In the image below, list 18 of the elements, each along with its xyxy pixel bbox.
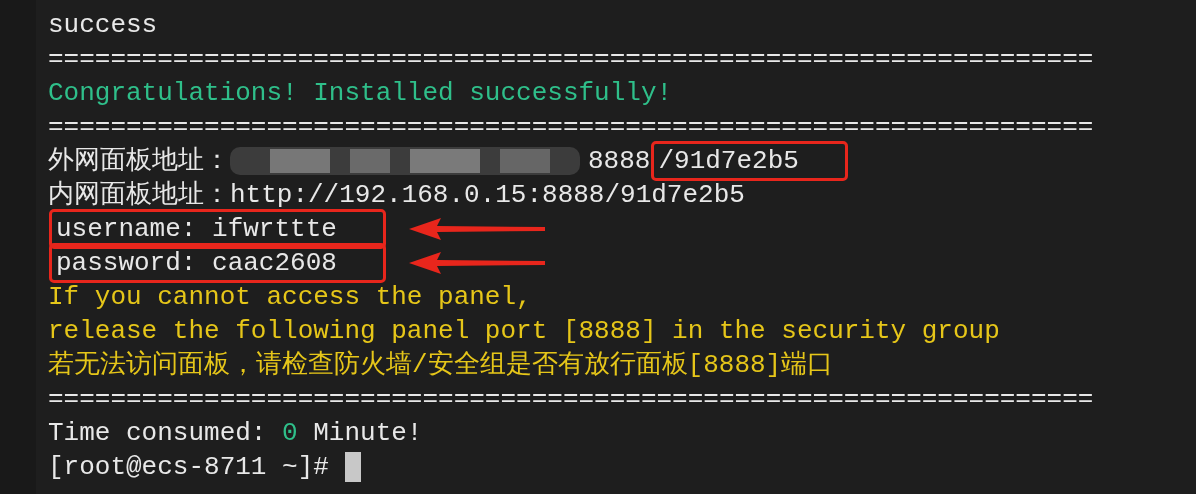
separator-text: =================================================================== <box>48 383 1094 416</box>
output-text: 若无法访问面板，请检查防火墙/安全组是否有放行面板[8888]端口 <box>48 349 834 382</box>
separator-text: =================================================================== <box>48 43 1094 76</box>
output-text: 外网面板地址： <box>48 145 230 178</box>
output-text: success <box>48 9 158 42</box>
output-text: Time consumed: <box>48 417 268 450</box>
highlighted-text: password: caac2608 <box>52 246 383 280</box>
separator-text: =================================================================== <box>48 111 1094 144</box>
output-text: 0 <box>282 417 298 450</box>
highlighted-text: /91d7e2b5 <box>654 144 845 178</box>
output-text: Congratulations! Installed successfully! <box>48 77 673 110</box>
output-text: 内网面板地址：http://192.168.0.15:8888/91d7e2b5 <box>48 179 745 212</box>
output-text: If you cannot access the panel, <box>48 281 532 314</box>
shell-prompt: [root@ecs-8711 ~]# <box>48 451 329 484</box>
output-text: Minute! <box>312 417 423 450</box>
output-text: release the following panel port [8888] in the security group <box>48 315 1000 348</box>
highlighted-text: username: ifwrttte <box>52 212 383 246</box>
output-text: 8888 <box>588 145 651 178</box>
